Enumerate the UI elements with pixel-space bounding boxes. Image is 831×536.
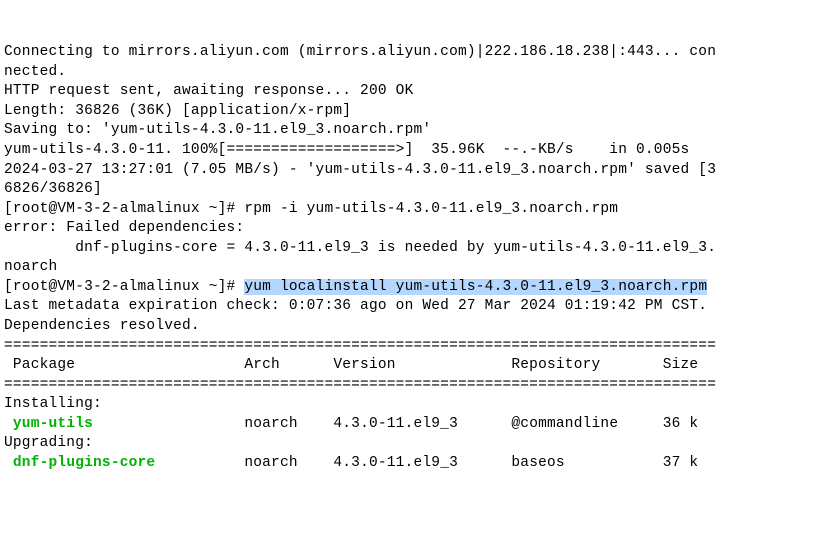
terminal-line: 6826/36826] — [4, 180, 827, 200]
terminal-line: Connecting to mirrors.aliyun.com (mirror… — [4, 43, 827, 63]
package-detail: noarch 4.3.0-11.el9_3 baseos 37 k — [155, 455, 698, 471]
package-detail: noarch 4.3.0-11.el9_3 @commandline 36 k — [93, 416, 698, 432]
shell-prompt: [root@VM-3-2-almalinux ~]# — [4, 201, 244, 217]
terminal-line: nected. — [4, 63, 827, 83]
terminal-line: Last metadata expiration check: 0:07:36 … — [4, 297, 827, 317]
table-header: Package Arch Version Repository Size — [4, 356, 827, 376]
table-divider: ========================================… — [4, 337, 827, 357]
yum-command-highlighted: yum localinstall yum-utils-4.3.0-11.el9_… — [244, 279, 707, 295]
package-name-yum-utils: yum-utils — [13, 416, 93, 432]
error-detail: dnf-plugins-core = 4.3.0-11.el9_3 is nee… — [4, 239, 827, 259]
terminal-line: Saving to: 'yum-utils-4.3.0-11.el9_3.noa… — [4, 121, 827, 141]
shell-prompt-line: [root@VM-3-2-almalinux ~]# rpm -i yum-ut… — [4, 200, 827, 220]
shell-prompt: [root@VM-3-2-almalinux ~]# — [4, 279, 244, 295]
table-divider: ========================================… — [4, 376, 827, 396]
indent — [4, 455, 13, 471]
indent — [4, 416, 13, 432]
package-row: yum-utils noarch 4.3.0-11.el9_3 @command… — [4, 415, 827, 435]
shell-prompt-line: [root@VM-3-2-almalinux ~]# yum localinst… — [4, 278, 827, 298]
error-detail: noarch — [4, 258, 827, 278]
package-row: dnf-plugins-core noarch 4.3.0-11.el9_3 b… — [4, 454, 827, 474]
wget-progress: yum-utils-4.3.0-11. 100%[===============… — [4, 141, 827, 161]
section-installing: Installing: — [4, 395, 827, 415]
rpm-command: rpm -i yum-utils-4.3.0-11.el9_3.noarch.r… — [244, 201, 618, 217]
terminal-line: Dependencies resolved. — [4, 317, 827, 337]
section-upgrading: Upgrading: — [4, 434, 827, 454]
terminal-line: Length: 36826 (36K) [application/x-rpm] — [4, 102, 827, 122]
error-line: error: Failed dependencies: — [4, 219, 827, 239]
package-name-dnf-plugins-core: dnf-plugins-core — [13, 455, 155, 471]
terminal-line: 2024-03-27 13:27:01 (7.05 MB/s) - 'yum-u… — [4, 161, 827, 181]
terminal-line: HTTP request sent, awaiting response... … — [4, 82, 827, 102]
